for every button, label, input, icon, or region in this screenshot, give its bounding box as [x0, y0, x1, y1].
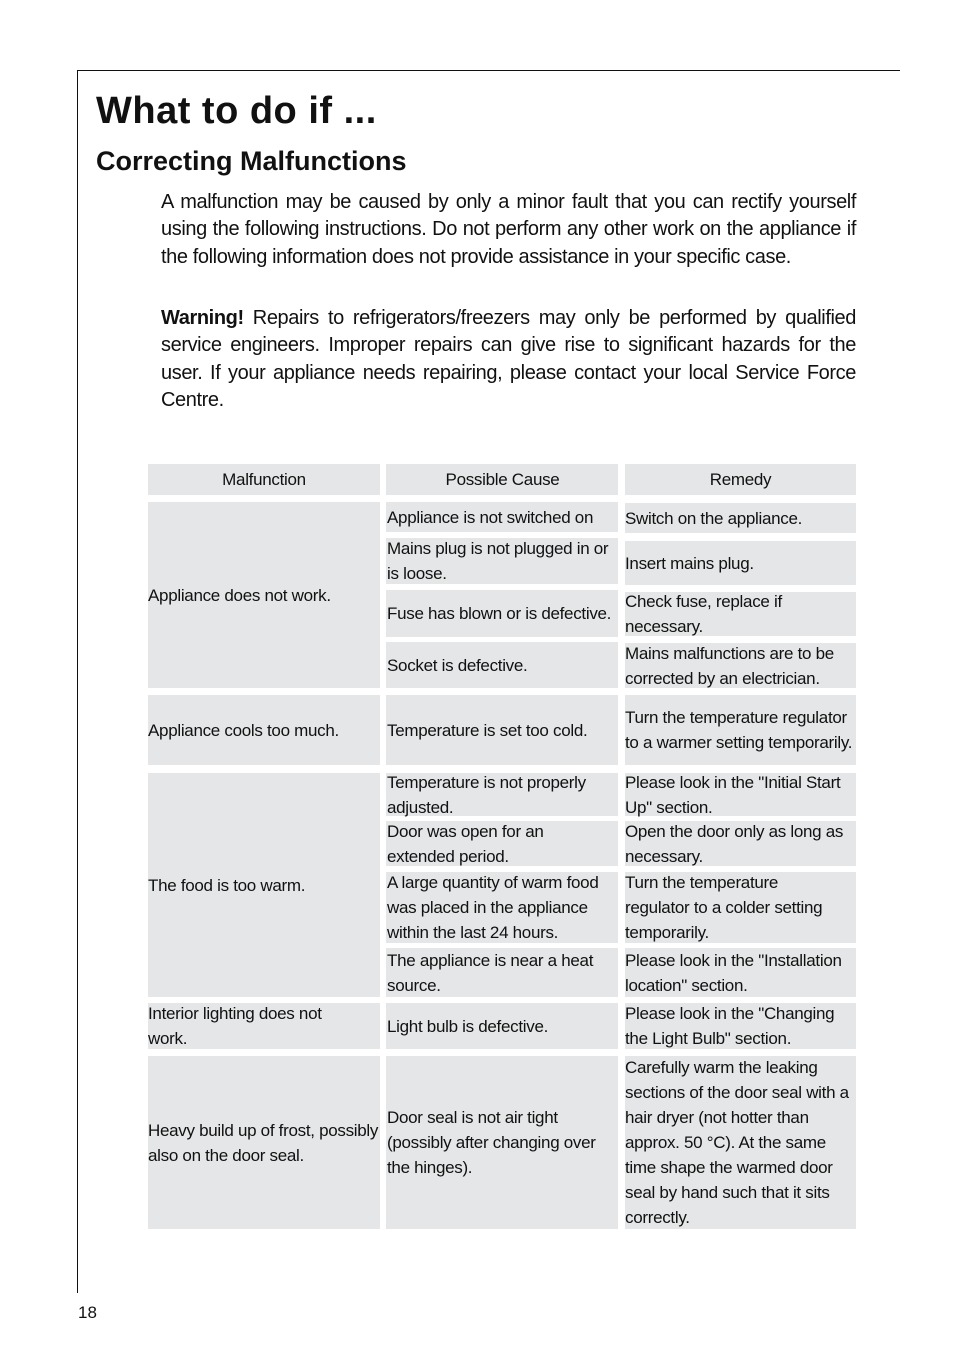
section-title: Correcting Malfunctions: [96, 146, 407, 176]
cause-cell: Temperature is not properly adjusted.: [386, 773, 618, 817]
remedy-cell: Mains malfunctions are to be corrected b…: [625, 643, 856, 688]
malfunction-cell: Appliance does not work.: [148, 502, 380, 688]
remedy-cell: Insert mains plug.: [625, 541, 856, 585]
header-label: Possible Cause: [445, 470, 560, 489]
malfunction-cell: The food is too warm.: [148, 773, 380, 997]
cause-cell: Door seal is not air tight (possibly aft…: [386, 1056, 618, 1229]
header-possible-cause: Possible Cause: [386, 464, 618, 495]
remedy-cell: Please look in the "Initial Start Up" se…: [625, 773, 856, 817]
malfunction-text: Appliance does not work.: [148, 585, 331, 605]
warning-paragraph: Warning! Repairs to refrigerators/freeze…: [161, 305, 856, 414]
remedy-text: Open the door only as long as necessary.: [625, 821, 844, 866]
cause-cell: The appliance is near a heat source.: [386, 948, 618, 997]
cause-text: Door seal is not air tight (possibly aft…: [387, 1108, 596, 1177]
remedy-text: Carefully warm the leaking sections of t…: [625, 1058, 849, 1227]
malfunction-text: Interior lighting does not work.: [148, 1004, 322, 1048]
remedy-cell: Turn the temperature regulator to a warm…: [625, 695, 856, 765]
cause-text: Socket is defective.: [387, 655, 528, 675]
remedy-cell: Switch on the appliance.: [625, 503, 856, 533]
left-rule: [77, 70, 78, 1293]
remedy-text: Insert mains plug.: [625, 553, 754, 573]
header-remedy: Remedy: [625, 464, 856, 495]
header-label: Malfunction: [222, 470, 306, 489]
malfunction-cell: Appliance cools too much.: [148, 695, 380, 765]
intro-paragraph: A malfunction may be caused by only a mi…: [161, 191, 856, 268]
remedy-cell: Check fuse, replace if necessary.: [625, 592, 856, 636]
cause-cell: Appliance is not switched on: [386, 502, 618, 532]
malfunction-text: Heavy build up of frost, possibly also o…: [148, 1120, 379, 1165]
cause-text: The appliance is near a heat source.: [387, 950, 594, 995]
remedy-cell: Turn the temperature regulator to a cold…: [625, 872, 856, 943]
remedy-text: Check fuse, replace if necessary.: [625, 592, 782, 636]
warning-text: Repairs to refrigerators/freezers may on…: [161, 307, 856, 411]
cause-cell: Socket is defective.: [386, 642, 618, 688]
cause-text: A large quantity of warm food was placed…: [387, 873, 599, 942]
cause-text: Appliance is not switched on: [387, 507, 594, 527]
remedy-cell: Please look in the "Changing the Light B…: [625, 1003, 856, 1049]
remedy-cell: Open the door only as long as necessary.: [625, 821, 856, 866]
page-number: 18: [78, 1303, 97, 1322]
cause-cell: Mains plug is not plugged in or is loose…: [386, 538, 618, 584]
malfunction-cell: Interior lighting does not work.: [148, 1003, 380, 1049]
remedy-cell: Carefully warm the leaking sections of t…: [625, 1056, 856, 1229]
cause-text: Temperature is set too cold.: [387, 720, 588, 740]
remedy-text: Switch on the appliance.: [625, 508, 803, 528]
remedy-text: Mains malfunctions are to be corrected b…: [625, 643, 834, 688]
remedy-text: Please look in the "Changing the Light B…: [625, 1004, 835, 1048]
cause-text: Temperature is not properly adjusted.: [387, 772, 586, 817]
cause-text: Fuse has blown or is defective.: [387, 604, 612, 623]
remedy-text: Please look in the "Initial Start Up" se…: [625, 772, 841, 817]
header-label: Remedy: [709, 470, 772, 489]
header-malfunction: Malfunction: [148, 464, 380, 495]
malfunction-cell: Heavy build up of frost, possibly also o…: [148, 1056, 380, 1229]
warning-label: Warning!: [161, 307, 244, 329]
cause-cell: Temperature is set too cold.: [386, 695, 618, 765]
page-title: What to do if ...: [96, 90, 377, 132]
cause-cell: Light bulb is defective.: [386, 1003, 618, 1049]
cause-text: Door was open for an extended period.: [387, 821, 544, 866]
remedy-text: Turn the temperature regulator to a warm…: [625, 708, 853, 752]
cause-text: Light bulb is defective.: [387, 1016, 549, 1036]
cause-text: Mains plug is not plugged in or is loose…: [387, 539, 609, 583]
remedy-cell: Please look in the "Installation locatio…: [625, 948, 856, 997]
cause-cell: Fuse has blown or is defective.: [386, 590, 618, 637]
cause-cell: Door was open for an extended period.: [386, 821, 618, 866]
remedy-text: Turn the temperature regulator to a cold…: [625, 873, 823, 942]
remedy-text: Please look in the "Installation locatio…: [625, 950, 842, 995]
malfunction-text: Appliance cools too much.: [148, 720, 339, 740]
top-rule: [77, 70, 900, 71]
cause-cell: A large quantity of warm food was placed…: [386, 872, 618, 943]
malfunction-text: The food is too warm.: [148, 875, 306, 895]
